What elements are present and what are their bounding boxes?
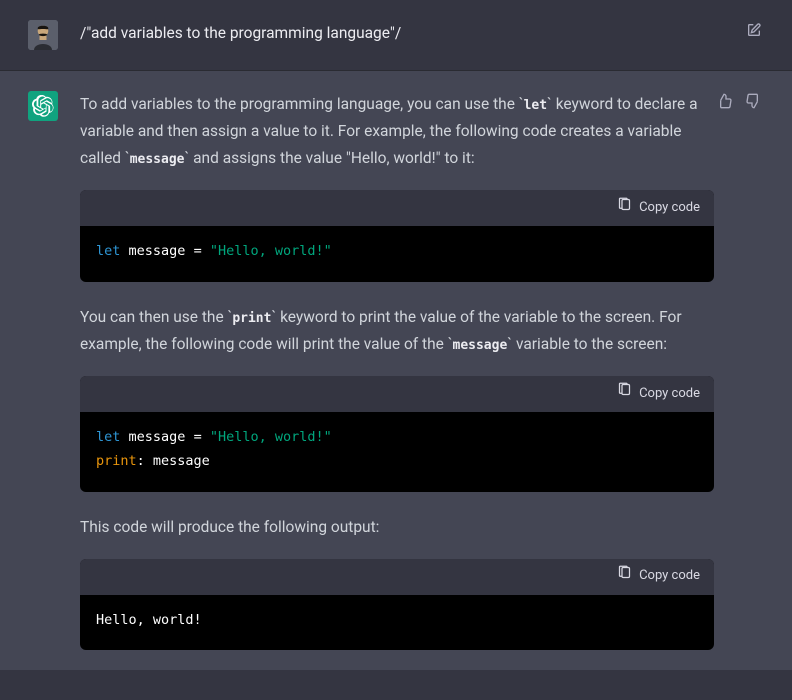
copy-code-button[interactable]: Copy code <box>617 197 700 221</box>
edit-icon[interactable] <box>744 20 764 40</box>
code-content: Hello, world! <box>80 595 714 651</box>
copy-code-label: Copy code <box>639 565 700 588</box>
code-block-header: Copy code <box>80 190 714 226</box>
assistant-message-content: To add variables to the programming lang… <box>80 91 764 650</box>
code-block: Copy code Hello, world! <box>80 559 714 651</box>
inline-code-message: message <box>453 338 508 353</box>
clipboard-icon <box>617 382 632 406</box>
thumbs-down-icon[interactable] <box>744 91 764 111</box>
thumbs-up-icon[interactable] <box>714 91 734 111</box>
inline-code-print: print <box>232 311 271 326</box>
assistant-paragraph: This code will produce the following out… <box>80 514 714 541</box>
code-block-header: Copy code <box>80 559 714 595</box>
text: You can then use the <box>80 308 228 326</box>
code-block: Copy code let message = "Hello, world!" … <box>80 376 714 491</box>
clipboard-icon <box>617 197 632 221</box>
copy-code-button[interactable]: Copy code <box>617 565 700 589</box>
assistant-paragraph: You can then use the `print` keyword to … <box>80 304 714 358</box>
text: variable to the screen: <box>512 335 667 353</box>
copy-code-label: Copy code <box>639 197 700 220</box>
copy-code-button[interactable]: Copy code <box>617 382 700 406</box>
inline-code-message: message <box>130 152 185 167</box>
user-message-row: /"add variables to the programming langu… <box>0 0 792 71</box>
code-content: let message = "Hello, world!" print: mes… <box>80 412 714 491</box>
copy-code-label: Copy code <box>639 383 700 406</box>
user-message-text: /"add variables to the programming langu… <box>80 20 764 47</box>
code-block-header: Copy code <box>80 376 714 412</box>
clipboard-icon <box>617 565 632 589</box>
code-content: let message = "Hello, world!" <box>80 226 714 282</box>
assistant-message-row: To add variables to the programming lang… <box>0 71 792 670</box>
text: and assigns the value "Hello, world!" to… <box>189 149 474 167</box>
user-avatar <box>28 20 58 50</box>
inline-code-let: let <box>524 98 547 113</box>
text: To add variables to the programming lang… <box>80 95 519 113</box>
assistant-paragraph: To add variables to the programming lang… <box>80 91 714 172</box>
assistant-avatar <box>28 91 58 121</box>
code-block: Copy code let message = "Hello, world!" <box>80 190 714 282</box>
